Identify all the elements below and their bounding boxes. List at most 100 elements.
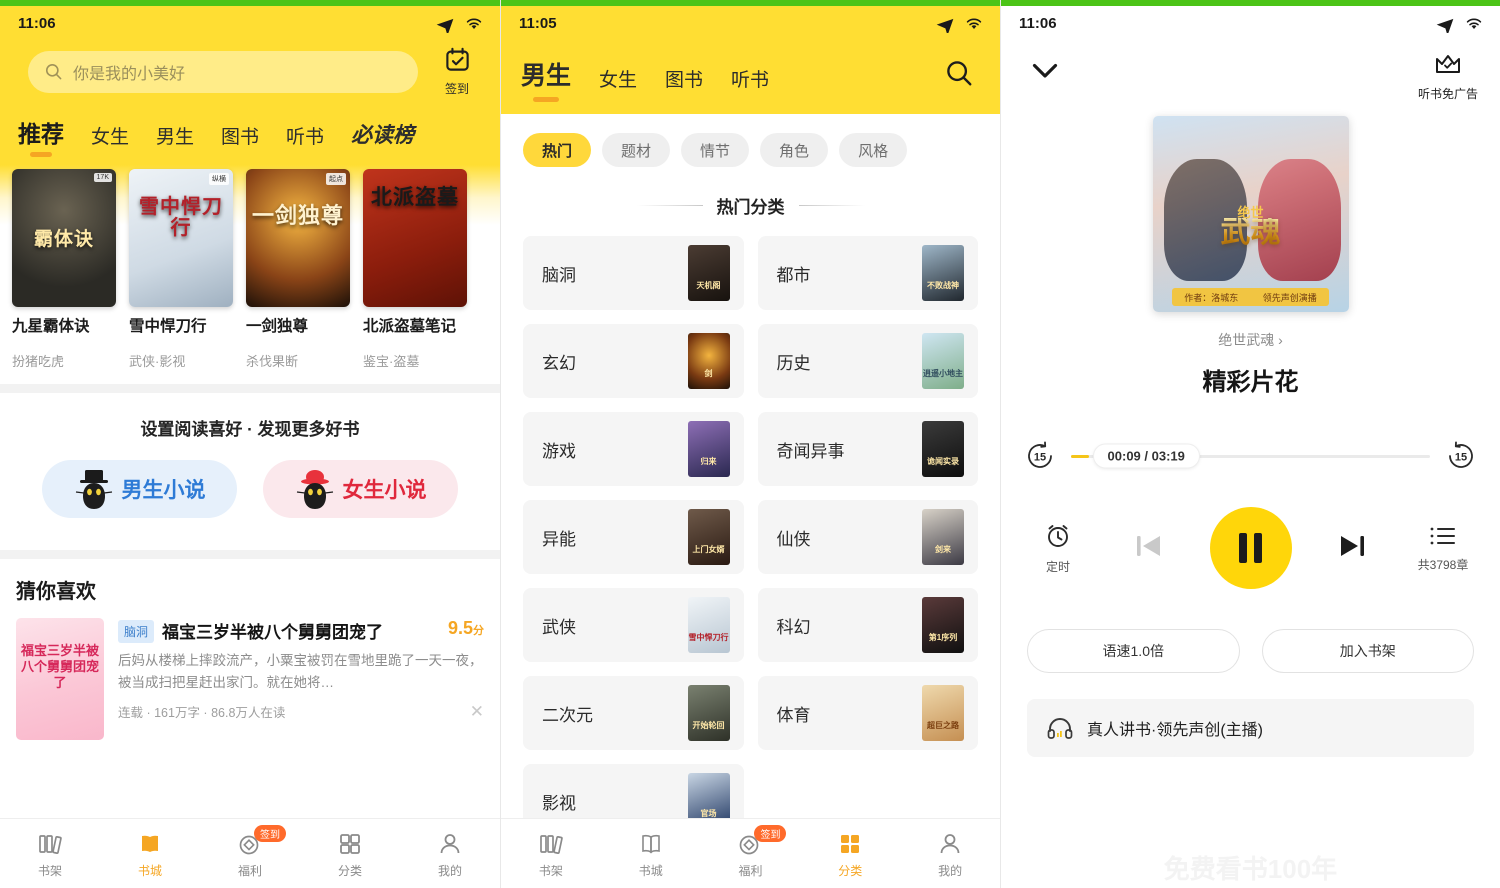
tabbar-item-category[interactable]: 分类 [300, 829, 400, 879]
tabbar-item-bookstore[interactable]: 书城 [100, 829, 200, 879]
forward-15-icon: 15 [1444, 439, 1478, 473]
book-card[interactable]: 北派盗墓 北派盗墓笔记 鉴宝·盗墓 [363, 169, 471, 370]
section-divider [0, 384, 500, 393]
chip-style[interactable]: 风格 [839, 133, 907, 167]
tabbar-label: 我的 [400, 862, 500, 879]
tab-books[interactable]: 图书 [221, 122, 259, 159]
tabbar-item-welfare[interactable]: 签到 福利 [701, 829, 801, 879]
category-cell[interactable]: 异能 上门女婿 [523, 500, 744, 574]
category-cell[interactable]: 仙侠 剑来 [758, 500, 979, 574]
chip-hot[interactable]: 热门 [523, 133, 591, 167]
chip-plot[interactable]: 情节 [681, 133, 749, 167]
cat-redhat-icon [295, 468, 335, 510]
tabbar-label: 我的 [900, 862, 1000, 879]
grid-icon [300, 829, 400, 859]
category-cell[interactable]: 体育 超巨之路 [758, 676, 979, 750]
sleep-timer-button[interactable]: 定时 [1027, 522, 1089, 575]
category-cell[interactable]: 游戏 归来 [523, 412, 744, 486]
book-subtitle: 武侠·影视 [129, 351, 237, 370]
three-panel-screenshot: 11:06 [0, 0, 1500, 888]
category-cell[interactable]: 脑洞 天机阁 [523, 236, 744, 310]
chevron-down-icon [1027, 52, 1063, 88]
recommended-title: 福宝三岁半被八个舅舅团宠了 [162, 618, 440, 643]
section-divider [0, 550, 500, 559]
chip-character[interactable]: 角色 [760, 133, 828, 167]
status-icon-group [1435, 13, 1484, 33]
grid-icon [800, 829, 900, 859]
category-cell[interactable]: 玄幻 剑 [523, 324, 744, 398]
cover-title: 雪中悍刀行 [129, 197, 233, 239]
previous-button[interactable] [1128, 525, 1170, 572]
category-cell[interactable]: 科幻 第1序列 [758, 588, 979, 662]
tab-male[interactable]: 男生 [521, 56, 571, 100]
tabbar-item-bookshelf[interactable]: 书架 [0, 829, 100, 879]
welfare-badge: 签到 [754, 825, 786, 842]
chapter-count-label: 共3798章 [1412, 556, 1474, 573]
signin-button[interactable]: 签到 [428, 46, 486, 97]
book-card[interactable]: 起点 一剑独尊 一剑独尊 杀伐果断 [246, 169, 354, 370]
book-name-link[interactable]: 绝世武魂 › [1001, 330, 1500, 350]
tab-audiobooks[interactable]: 听书 [286, 122, 324, 159]
tab-female[interactable]: 女生 [599, 65, 637, 100]
book-name: 绝世武魂 [1218, 332, 1274, 348]
recommended-score: 9.5分 [448, 618, 484, 639]
airplane-mode-icon [1435, 13, 1455, 33]
home-header: 11:06 [0, 6, 500, 165]
tabbar-item-bookstore[interactable]: 书城 [601, 829, 701, 879]
close-icon[interactable]: ✕ [470, 702, 484, 722]
tab-audiobooks[interactable]: 听书 [731, 65, 769, 100]
chapter-list-button[interactable]: 共3798章 [1412, 524, 1474, 573]
tabbar-item-welfare[interactable]: 签到 福利 [200, 829, 300, 879]
next-button[interactable] [1331, 525, 1373, 572]
person-icon [900, 829, 1000, 859]
playlist-icon [1429, 524, 1457, 548]
forward-15-button[interactable]: 15 [1444, 439, 1478, 473]
tabbar-label: 福利 [200, 862, 300, 879]
collapse-button[interactable] [1027, 52, 1063, 93]
category-cell[interactable]: 二次元 开始轮回 [523, 676, 744, 750]
airplane-mode-icon [935, 13, 955, 33]
progress-slider[interactable]: 00:09 / 03:19 [1071, 455, 1430, 458]
tabbar-item-profile[interactable]: 我的 [400, 829, 500, 879]
female-novels-label: 女生小说 [343, 474, 427, 504]
play-pause-button[interactable] [1210, 507, 1292, 589]
female-novels-button[interactable]: 女生小说 [263, 460, 458, 518]
headphones-icon [1047, 717, 1073, 739]
search-icon [44, 62, 63, 81]
category-cell[interactable]: 武侠 雪中悍刀行 [523, 588, 744, 662]
tab-female[interactable]: 女生 [91, 122, 129, 159]
skip-previous-icon [1128, 525, 1170, 567]
category-cell[interactable]: 奇闻异事 诡闻实录 [758, 412, 979, 486]
search-input[interactable]: 你是我的小美好 [28, 51, 418, 93]
narrator-text: 真人讲书·领先声创(主播) [1087, 716, 1263, 740]
chip-theme[interactable]: 题材 [602, 133, 670, 167]
adfree-button[interactable]: 听书免广告 [1418, 52, 1478, 102]
search-icon [944, 58, 974, 88]
pause-icon [1254, 533, 1262, 563]
tabbar-label: 书城 [100, 862, 200, 879]
tab-recommend[interactable]: 推荐 [18, 115, 64, 159]
add-to-shelf-button[interactable]: 加入书架 [1262, 629, 1475, 673]
tabbar-item-category[interactable]: 分类 [800, 829, 900, 879]
book-card[interactable]: 纵横 雪中悍刀行 雪中悍刀行 武侠·影视 [129, 169, 237, 370]
category-name: 都市 [777, 261, 811, 286]
tabbar-item-profile[interactable]: 我的 [900, 829, 1000, 879]
speed-button[interactable]: 语速1.0倍 [1027, 629, 1240, 673]
tab-books[interactable]: 图书 [665, 65, 703, 100]
book-card[interactable]: 17K 霸体诀 九星霸体诀 扮猪吃虎 [12, 169, 120, 370]
category-cell[interactable]: 历史 逍遥小地主 [758, 324, 979, 398]
recommended-book-row[interactable]: 福宝三岁半被八个舅舅团宠了 脑洞 福宝三岁半被八个舅舅团宠了 9.5分 后妈从楼… [16, 618, 484, 740]
album-art[interactable]: 绝世 武魂 作者：洛城东 领先声创演播 [1153, 116, 1349, 312]
category-cell[interactable]: 都市 不败战神 [758, 236, 979, 310]
rewind-15-button[interactable]: 15 [1023, 439, 1057, 473]
search-button[interactable] [944, 58, 974, 93]
bookshelf-icon [0, 829, 100, 859]
narrator-row[interactable]: 真人讲书·领先声创(主播) [1027, 699, 1474, 757]
bookstore-icon [100, 829, 200, 859]
tab-male[interactable]: 男生 [156, 122, 194, 159]
album-art-wrap: 绝世 武魂 作者：洛城东 领先声创演播 [1001, 116, 1500, 312]
male-novels-button[interactable]: 男生小说 [42, 460, 237, 518]
tabbar-item-bookshelf[interactable]: 书架 [501, 829, 601, 879]
cover-brand: 纵横 [209, 173, 229, 185]
tab-mustread[interactable]: 必读榜 [351, 119, 414, 159]
